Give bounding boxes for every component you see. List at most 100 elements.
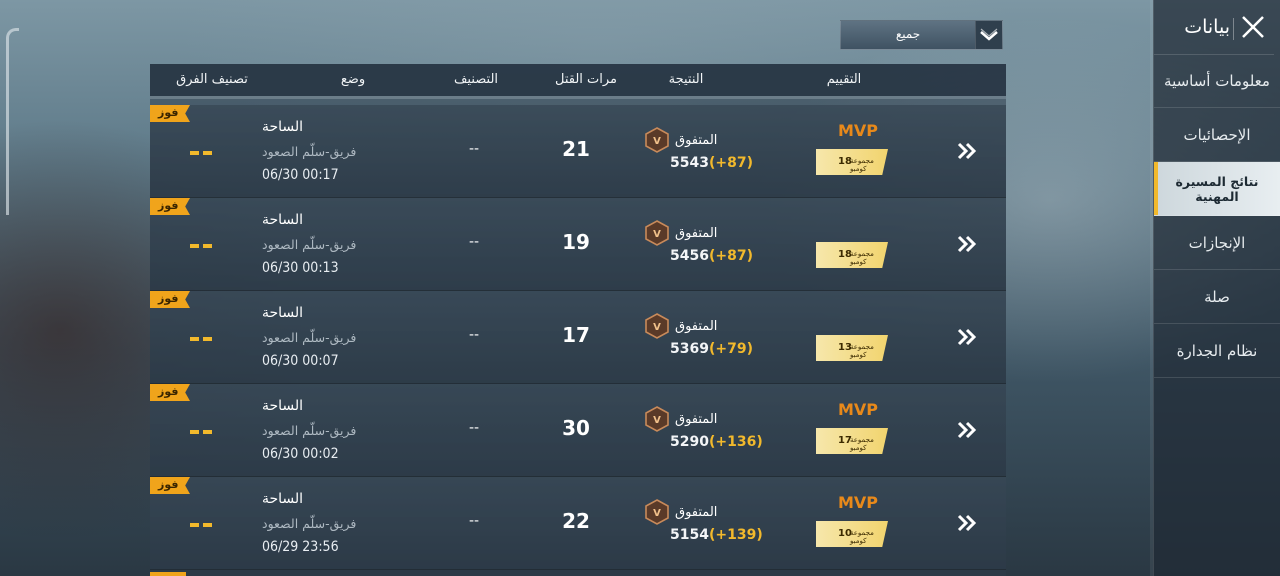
table-row[interactable]: فوز الساحة فريق-سلّم الصعود 06/30 00:07 … [150,291,1006,384]
sidebar-item-statistics[interactable]: الإحصائيات [1154,108,1280,162]
sidebar-item-achievements[interactable]: الإنجازات [1154,216,1280,270]
team-rank-value [190,523,212,527]
team-rank-value [190,430,212,434]
mode-subtitle: فريق-سلّم الصعود [262,330,357,345]
win-badge: فوز [150,477,190,494]
sidebar-item-label: الإحصائيات [1183,125,1251,144]
score: 5154(+139) [670,527,763,543]
tier-badge-icon: V [644,127,670,153]
table-row[interactable]: فوز الساحة فريق-سلّم الصعود 06/29 23:56 … [150,477,1006,570]
tier-name: المتفوق [675,133,718,148]
team-rank-value [190,337,212,341]
table-row[interactable]: فوز الساحة فريق-سلّم الصعود 06/30 00:13 … [150,198,1006,291]
double-chevron-right-icon[interactable] [956,513,978,533]
svg-text:V: V [653,508,661,519]
sidebar-title: بيانات [1184,16,1230,38]
combo-banner: 18 مجموعة كومبو [816,149,888,175]
tier-badge-icon: V [644,499,670,525]
table-header: تصنيف الفرق وضع التصنيف مرات القتل النتي… [150,64,1006,99]
double-chevron-right-icon[interactable] [956,141,978,161]
filter-selected-label: جميع [895,27,921,41]
win-badge: فوز [150,105,190,122]
double-chevron-right-icon[interactable] [956,234,978,254]
rank-value: -- [468,420,480,436]
close-icon[interactable] [1238,12,1268,42]
rank-value: -- [468,141,480,157]
decorative-bracket [6,28,19,215]
chevron-down-icon[interactable] [975,21,1002,49]
win-badge: فوز [150,384,190,401]
rank-value: -- [468,513,480,529]
mvp-label: MVP [838,493,879,512]
sidebar-item-relations[interactable]: صلة [1154,270,1280,324]
mode-subtitle: فريق-سلّم الصعود [262,516,357,531]
sidebar-item-label: صلة [1204,287,1230,306]
mvp-label: MVP [838,400,879,419]
score-delta: (+136) [708,434,763,450]
table-row[interactable]: فوز الساحة فريق-سلّم الصعود 06/30 00:02 … [150,384,1006,477]
mode-title: الساحة [262,212,304,228]
tier-name: المتفوق [675,505,718,520]
sidebar-item-label: معلومات أساسية [1164,71,1270,90]
header-rating: التقييم [826,72,862,87]
kills-value: 17 [562,323,590,347]
tier-badge-icon: V [644,313,670,339]
header-team-rank: تصنيف الفرق [176,72,248,87]
svg-text:V: V [653,415,661,426]
kills-value: 19 [562,230,590,254]
sidebar-item-basic-info[interactable]: معلومات أساسية [1154,54,1280,108]
header-result: النتيجة [668,72,704,87]
sidebar-item-merit-system[interactable]: نظام الجدارة [1154,324,1280,378]
score: 5543(+87) [670,155,753,171]
kills-value: 30 [562,416,590,440]
tier-badge-icon: V [644,406,670,432]
filter-dropdown[interactable]: جميع [840,20,1003,50]
header-mode: وضع [340,72,366,87]
svg-text:V: V [653,322,661,333]
rank-value: -- [468,234,480,250]
score-delta: (+87) [708,155,753,171]
win-badge: فوز [150,291,190,308]
header-kills: مرات القتل [554,72,618,87]
sidebar-item-career-results[interactable]: نتائج المسيرة المهنية [1154,162,1280,216]
mode-subtitle: فريق-سلّم الصعود [262,144,357,159]
score: 5369(+79) [670,341,753,357]
tier-name: المتفوق [675,412,718,427]
match-date: 06/30 00:17 [262,167,339,183]
win-badge: فوز [150,198,190,215]
mode-title: الساحة [262,119,304,135]
tier-name: المتفوق [675,319,718,334]
svg-text:V: V [653,229,661,240]
combo-banner: 18 مجموعة كومبو [816,242,888,268]
team-rank-value [190,244,212,248]
score-delta: (+79) [708,341,753,357]
mode-title: الساحة [262,398,304,414]
header-divider [1233,18,1234,40]
rank-value: -- [468,327,480,343]
combo-banner: 17 مجموعة كومبو [816,428,888,454]
kills-value: 22 [562,509,590,533]
sidebar-nav: معلومات أساسية الإحصائيات نتائج المسيرة … [1154,54,1280,378]
mode-subtitle: فريق-سلّم الصعود [262,423,357,438]
career-results-table: تصنيف الفرق وضع التصنيف مرات القتل النتي… [150,64,1006,576]
sidebar-item-label: نتائج المسيرة المهنية [1175,173,1259,204]
sidebar-item-label: نظام الجدارة [1176,341,1258,360]
svg-text:V: V [653,136,661,147]
double-chevron-right-icon[interactable] [956,327,978,347]
header-rank: التصنيف [453,72,499,87]
table-row[interactable]: فوز الساحة فريق-سلّم الصعود 06/30 00:17 … [150,105,1006,198]
sidebar: بيانات معلومات أساسية الإحصائيات نتائج ا… [1150,0,1280,576]
match-date: 06/29 23:56 [262,539,339,555]
match-date: 06/30 00:07 [262,353,339,369]
kills-value: 21 [562,137,590,161]
mvp-label: MVP [838,121,879,140]
score-delta: (+87) [708,248,753,264]
double-chevron-right-icon[interactable] [956,420,978,440]
score-delta: (+139) [708,527,763,543]
mode-title: الساحة [262,491,304,507]
sidebar-item-label: الإنجازات [1188,233,1246,252]
mode-subtitle: فريق-سلّم الصعود [262,237,357,252]
tier-badge-icon: V [644,220,670,246]
team-rank-value [190,151,212,155]
score: 5456(+87) [670,248,753,264]
